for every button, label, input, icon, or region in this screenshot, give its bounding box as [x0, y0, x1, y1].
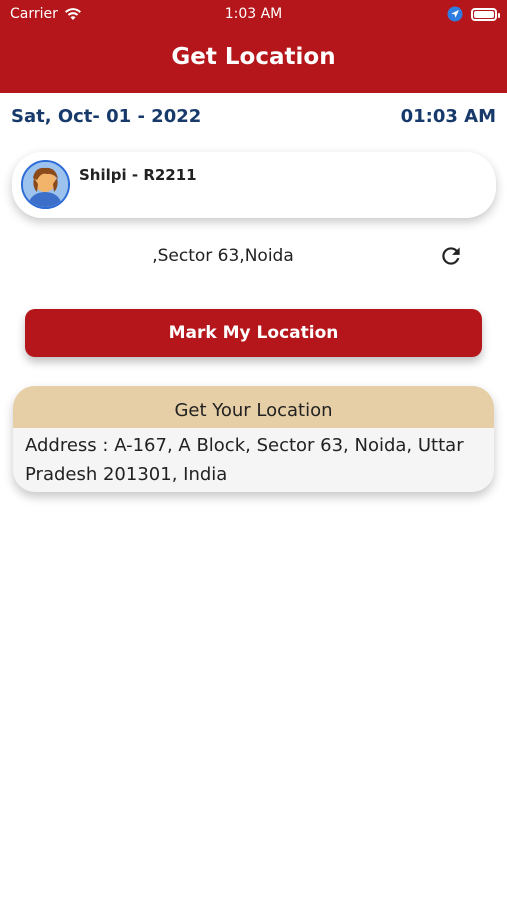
- status-icons: [447, 6, 500, 22]
- current-date: Sat, Oct- 01 - 2022: [11, 106, 202, 127]
- app-header: Carrier 1:03 AM Get Location: [0, 0, 507, 93]
- status-time: 1:03 AM: [224, 6, 283, 22]
- mark-my-location-button[interactable]: Mark My Location: [25, 309, 482, 357]
- page-title: Get Location: [171, 44, 336, 70]
- user-name: Shilpi - R2211: [79, 166, 197, 184]
- date-time-row: Sat, Oct- 01 - 2022 01:03 AM: [0, 106, 507, 132]
- refresh-icon[interactable]: [438, 243, 464, 269]
- status-bar: Carrier 1:03 AM: [0, 0, 507, 28]
- user-card: Shilpi - R2211: [12, 152, 496, 218]
- avatar: [21, 160, 70, 209]
- battery-icon: [471, 7, 500, 21]
- location-arrow-icon: [447, 6, 463, 22]
- current-time: 01:03 AM: [400, 106, 496, 127]
- location-row: ,Sector 63,Noida: [0, 242, 507, 270]
- location-text: ,Sector 63,Noida: [152, 246, 294, 266]
- address-card: Get Your Location Address : A-167, A Blo…: [13, 386, 494, 492]
- address-text: Address : A-167, A Block, Sector 63, Noi…: [25, 435, 464, 485]
- address-card-heading: Get Your Location: [13, 386, 494, 428]
